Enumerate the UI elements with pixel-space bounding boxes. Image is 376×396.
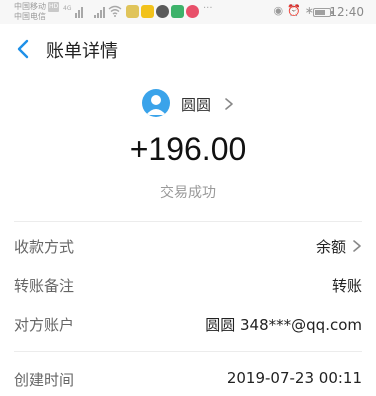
transaction-amount: +196.00 xyxy=(129,131,247,167)
detail-row-remark: 转账备注 转账 xyxy=(14,270,362,300)
detail-row-created-time: 创建时间 2019-07-23 00:11 xyxy=(14,364,362,394)
status-time: 12:40 xyxy=(329,5,364,19)
row-label: 对方账户 xyxy=(14,316,75,334)
chevron-left-icon[interactable] xyxy=(14,38,32,60)
notification-icon xyxy=(156,5,169,18)
wifi-icon xyxy=(108,5,122,17)
alarm-icon: ⏰ xyxy=(287,4,305,17)
notification-icon xyxy=(186,5,199,18)
notification-icon xyxy=(171,5,184,18)
more-icon: ··· xyxy=(203,3,213,14)
status-bar: 中国移动 HD 中国电信 4G ··· ◉⏰∗ 12:40 xyxy=(0,0,376,24)
divider xyxy=(14,351,362,352)
signal-icon: 4G xyxy=(63,5,84,18)
hd-badge: HD xyxy=(48,2,60,12)
carrier-2-label: 中国电信 xyxy=(14,12,46,21)
row-label: 收款方式 xyxy=(14,238,75,256)
notification-icon xyxy=(126,5,139,18)
eye-icon: ◉ xyxy=(273,4,288,17)
row-label: 转账备注 xyxy=(14,277,75,295)
detail-row-counterparty-account: 对方账户 圆圆 348***@qq.com xyxy=(14,309,362,339)
row-value: 圆圆 348***@qq.com xyxy=(205,316,362,334)
row-value: 余额 xyxy=(315,238,346,256)
avatar[interactable] xyxy=(142,89,170,117)
battery-icon xyxy=(313,8,333,17)
signal-label: 4G xyxy=(63,5,72,12)
user-icon xyxy=(146,95,166,115)
divider xyxy=(14,221,362,222)
signal-icon xyxy=(94,6,106,18)
row-value: 2019-07-23 00:11 xyxy=(226,369,362,387)
transaction-status: 交易成功 xyxy=(160,185,216,201)
carrier-info: 中国移动 HD 中国电信 xyxy=(14,2,60,22)
chevron-right-icon xyxy=(353,240,361,252)
detail-row-payment-method[interactable]: 收款方式 余额 xyxy=(14,231,362,261)
system-icons: ◉⏰∗ xyxy=(273,4,318,17)
nav-bar: 账单详情 xyxy=(0,24,376,74)
page-title: 账单详情 xyxy=(46,41,118,62)
carrier-1-label: 中国移动 xyxy=(14,2,46,11)
notification-icon xyxy=(141,5,154,18)
row-label: 创建时间 xyxy=(14,371,75,389)
row-value: 转账 xyxy=(331,277,362,295)
counterparty-name[interactable]: 圆圆 xyxy=(181,94,211,115)
chevron-right-icon[interactable] xyxy=(224,97,234,111)
